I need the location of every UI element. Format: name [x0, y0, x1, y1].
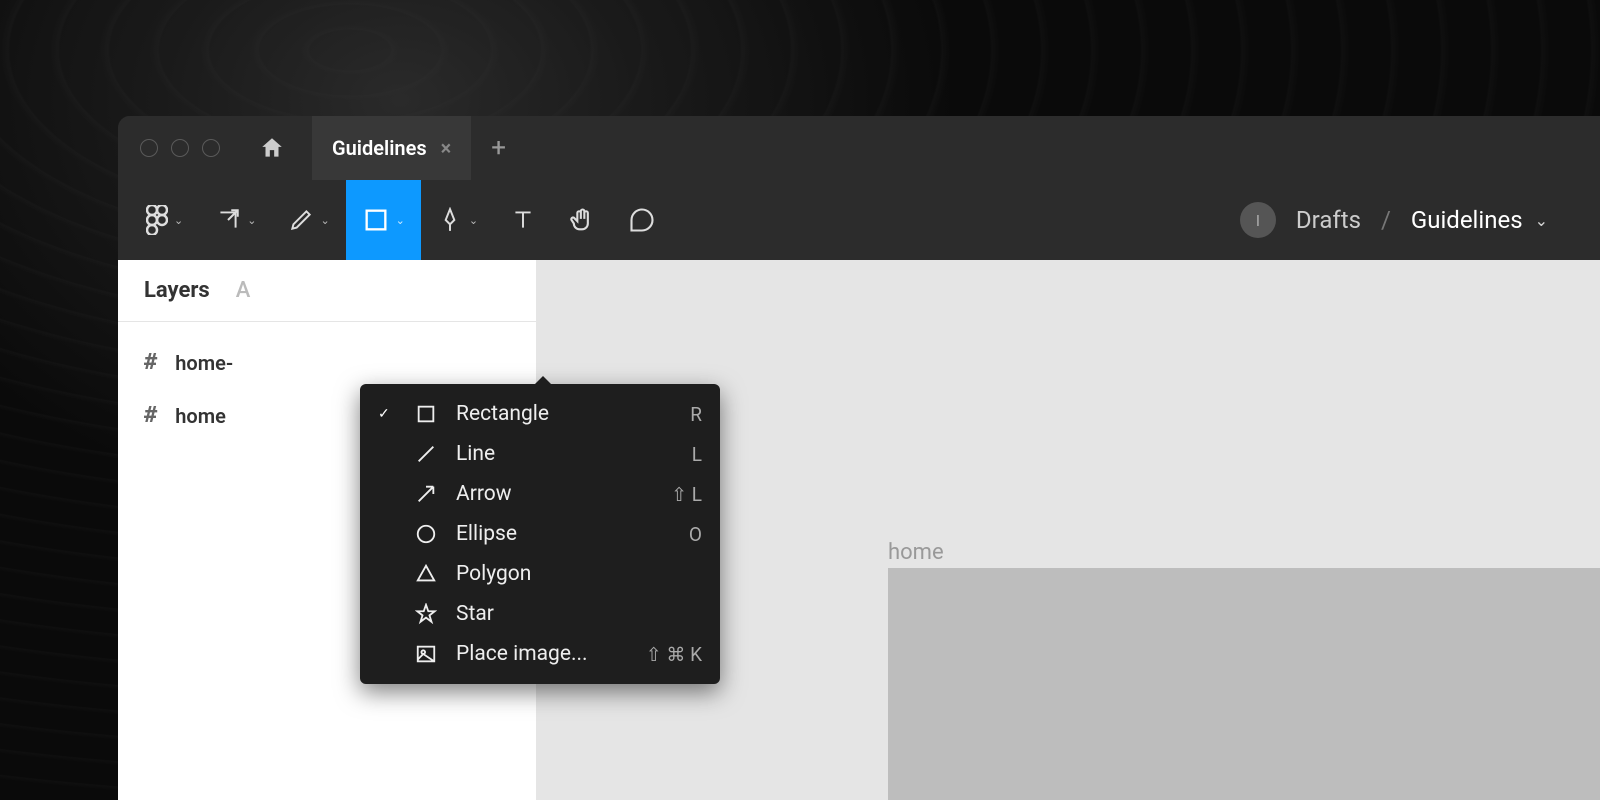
rectangle-icon — [412, 403, 440, 425]
pen-tool[interactable]: ⌄ — [421, 180, 494, 260]
chevron-down-icon: ⌄ — [1535, 211, 1548, 230]
ellipse-icon — [412, 523, 440, 545]
file-tab[interactable]: Guidelines × — [312, 116, 471, 180]
tab-bar: Guidelines × + — [312, 116, 526, 180]
image-icon — [412, 643, 440, 665]
menu-item-rectangle[interactable]: ✓ Rectangle R — [360, 394, 720, 434]
assets-tab[interactable]: A — [236, 278, 251, 303]
breadcrumb-separator: / — [1381, 206, 1391, 234]
menu-item-star[interactable]: Star — [360, 594, 720, 634]
frame-tool[interactable]: ⌄ — [272, 180, 345, 260]
layers-tab[interactable]: Layers — [144, 278, 210, 303]
workspace: Layers A # home- # home home — [118, 260, 1600, 800]
text-tool[interactable] — [494, 180, 552, 260]
hand-tool[interactable] — [552, 180, 612, 260]
polygon-icon — [412, 563, 440, 585]
move-icon — [215, 207, 241, 233]
menu-item-place-image[interactable]: Place image... ⇧ ⌘ K — [360, 634, 720, 674]
home-icon — [259, 135, 285, 161]
avatar[interactable]: I — [1240, 202, 1276, 238]
line-icon — [412, 443, 440, 465]
move-tool[interactable]: ⌄ — [199, 180, 272, 260]
layer-label: home- — [175, 351, 233, 375]
close-window-button[interactable] — [140, 139, 158, 157]
chevron-down-icon: ⌄ — [174, 214, 183, 227]
menu-item-line[interactable]: Line L — [360, 434, 720, 474]
chevron-down-icon: ⌄ — [469, 214, 478, 227]
frame-label[interactable]: home — [888, 540, 944, 565]
rectangle-icon — [362, 206, 390, 234]
chevron-down-icon: ⌄ — [247, 214, 256, 227]
home-button[interactable] — [254, 130, 290, 166]
frame-home[interactable] — [888, 568, 1600, 800]
arrow-icon — [412, 483, 440, 505]
shape-tool[interactable]: ⌄ — [346, 180, 421, 260]
layer-label: home — [175, 404, 226, 428]
comment-tool[interactable] — [612, 180, 672, 260]
minimize-window-button[interactable] — [171, 139, 189, 157]
chevron-down-icon: ⌄ — [396, 214, 405, 227]
shape-tool-dropdown: ✓ Rectangle R Line L Arrow ⇧ L Ellipse O… — [360, 384, 720, 684]
breadcrumb-folder[interactable]: Drafts — [1296, 206, 1361, 234]
pen-icon — [437, 207, 463, 233]
frame-icon: # — [144, 403, 157, 428]
comment-icon — [628, 206, 656, 234]
star-icon — [412, 603, 440, 625]
sidebar-tabs: Layers A — [118, 260, 536, 322]
menu-item-arrow[interactable]: Arrow ⇧ L — [360, 474, 720, 514]
menu-item-ellipse[interactable]: Ellipse O — [360, 514, 720, 554]
text-icon — [510, 207, 536, 233]
check-icon: ✓ — [378, 406, 396, 422]
pencil-icon — [288, 207, 314, 233]
figma-logo-icon — [146, 205, 168, 235]
titlebar: Guidelines × + — [118, 116, 1600, 180]
frame-icon: # — [144, 350, 157, 375]
main-menu-button[interactable]: ⌄ — [130, 180, 199, 260]
breadcrumb-file[interactable]: Guidelines ⌄ — [1411, 206, 1548, 234]
figma-window: Guidelines × + ⌄ ⌄ ⌄ ⌄ ⌄ — [118, 116, 1600, 800]
tab-label: Guidelines — [332, 136, 427, 160]
chevron-down-icon: ⌄ — [320, 214, 329, 227]
new-tab-button[interactable]: + — [471, 133, 526, 163]
hand-icon — [568, 206, 596, 234]
toolbar: ⌄ ⌄ ⌄ ⌄ ⌄ I Drafts / — [118, 180, 1600, 260]
traffic-lights — [118, 139, 242, 157]
menu-item-polygon[interactable]: Polygon — [360, 554, 720, 594]
maximize-window-button[interactable] — [202, 139, 220, 157]
breadcrumb: I Drafts / Guidelines ⌄ — [1240, 202, 1588, 238]
layer-item[interactable]: # home- — [118, 336, 536, 389]
close-tab-button[interactable]: × — [441, 136, 452, 160]
